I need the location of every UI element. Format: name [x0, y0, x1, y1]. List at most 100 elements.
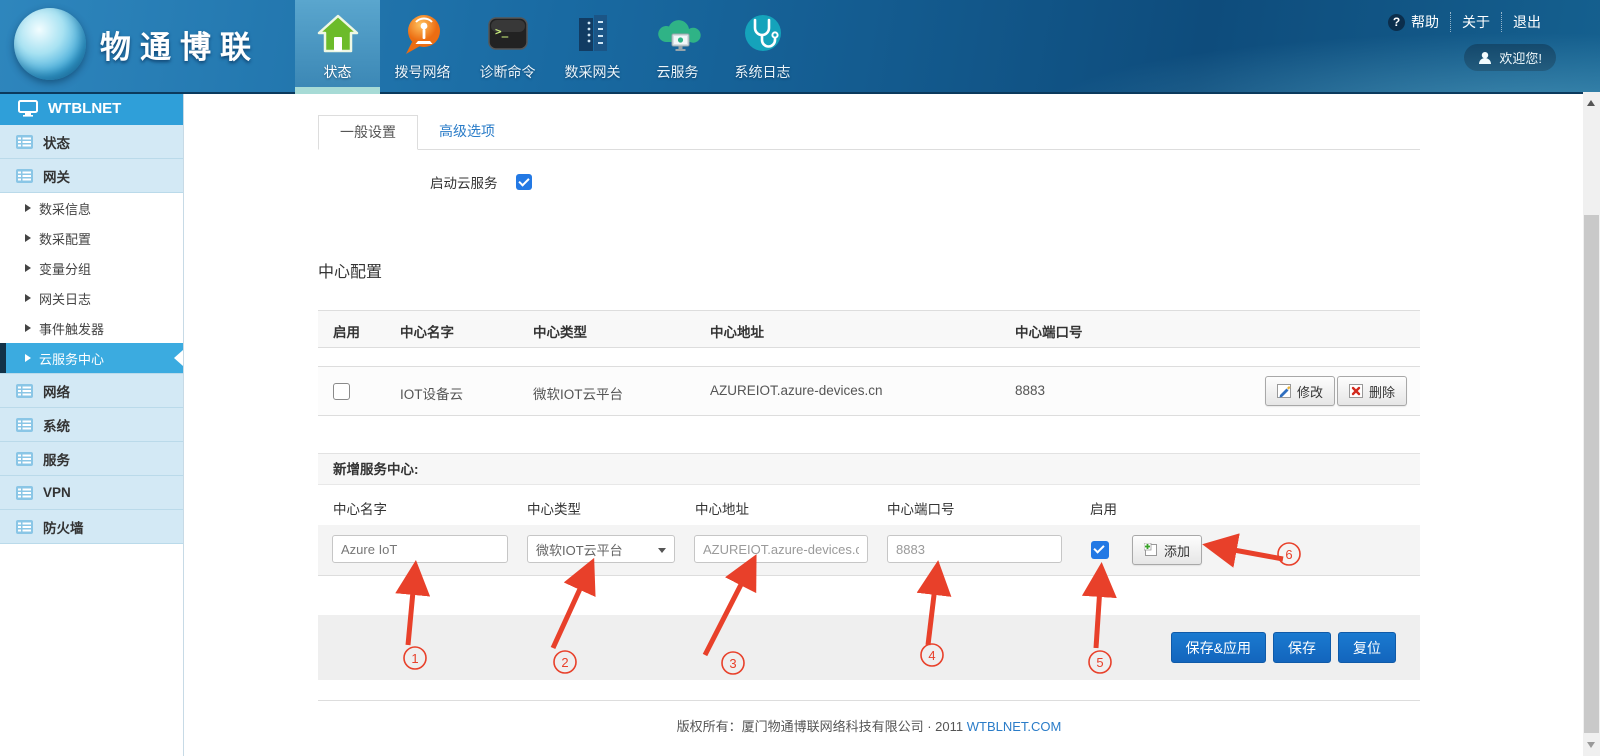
svg-text:>_: >_ [495, 25, 509, 38]
nav-item-diagnostic-command[interactable]: >_ 诊断命令 [465, 0, 550, 92]
sidebar-item-label: 网关 [43, 166, 70, 186]
tab-general-settings[interactable]: 一般设置 [318, 115, 418, 150]
help-icon: ? [1388, 14, 1405, 31]
enable-cloud-checkbox[interactable] [516, 174, 532, 190]
delete-button[interactable]: 删除 [1337, 376, 1407, 406]
scrollbar-thumb[interactable] [1584, 215, 1599, 733]
sidebar-item-system[interactable]: 系统 [0, 408, 183, 442]
row-address: AZUREIOT.azure-devices.cn [710, 383, 883, 398]
col-port: 中心端口号 [1015, 321, 1083, 341]
nav-item-data-gateway[interactable]: 数采网关 [550, 0, 635, 92]
enable-cloud-row: 启动云服务 [430, 172, 532, 192]
edit-button[interactable]: 修改 [1265, 376, 1335, 406]
list-icon [16, 169, 33, 183]
list-icon [16, 452, 33, 466]
add-icon [1144, 543, 1158, 557]
scroll-up-icon[interactable] [1587, 100, 1595, 106]
center-address-input[interactable] [694, 535, 868, 563]
sidebar-item-label: 系统 [43, 415, 70, 435]
row-type: 微软IOT云平台 [533, 383, 623, 403]
sidebar-item-label: 网络 [43, 381, 70, 401]
sidebar-header-label: WTBLNET [48, 100, 121, 117]
table-row: IOT设备云 微软IOT云平台 AZUREIOT.azure-devices.c… [318, 366, 1420, 416]
list-icon [16, 520, 33, 534]
label-enable: 启用 [1090, 498, 1117, 518]
nav-item-status[interactable]: 状态 [295, 0, 380, 92]
add-form-labels: 中心名字 中心类型 中心地址 中心端口号 启用 [318, 485, 1420, 526]
row-name: IOT设备云 [400, 383, 463, 403]
welcome-label: 欢迎您! [1499, 48, 1542, 67]
reset-button[interactable]: 复位 [1338, 632, 1396, 663]
triangle-icon [25, 264, 31, 272]
nav-item-cloud-service[interactable]: 云服务 [635, 0, 720, 92]
add-enable-checkbox[interactable] [1091, 541, 1109, 559]
footer-link[interactable]: WTBLNET.COM [967, 719, 1062, 734]
help-link[interactable]: 帮助 [1411, 12, 1450, 32]
sidebar-item-data-collection-config[interactable]: 数采配置 [0, 223, 183, 253]
sidebar-item-status[interactable]: 状态 [0, 125, 183, 159]
sidebar-item-label: 防火墙 [43, 517, 84, 537]
sidebar-item-label: 网关日志 [39, 289, 91, 308]
terminal-icon: >_ [485, 8, 531, 60]
top-header: 物通博联 状态 [0, 0, 1600, 94]
vertical-scrollbar[interactable] [1583, 92, 1600, 756]
row-port: 8883 [1015, 383, 1045, 398]
edit-icon [1277, 384, 1291, 398]
sidebar-item-label: 事件触发器 [39, 319, 104, 338]
chevron-down-icon [658, 548, 666, 553]
sidebar-item-cloud-service-center[interactable]: 云服务中心 [0, 343, 183, 373]
center-name-input[interactable] [332, 535, 508, 563]
sidebar-item-variable-group[interactable]: 变量分组 [0, 253, 183, 283]
action-band: 保存&应用 保存 复位 [318, 615, 1420, 680]
sidebar-item-vpn[interactable]: VPN [0, 476, 183, 510]
top-utility-links: ? 帮助 关于 退出 [1388, 12, 1552, 32]
footer: 版权所有：厦门物通博联网络科技有限公司 · 2011 WTBLNET.COM [318, 716, 1420, 735]
enable-cloud-label: 启动云服务 [430, 172, 498, 192]
settings-tabs: 一般设置 高级选项 [318, 115, 1420, 150]
logout-link[interactable]: 退出 [1501, 12, 1552, 32]
col-name: 中心名字 [400, 321, 454, 341]
tab-advanced-options[interactable]: 高级选项 [418, 115, 516, 148]
center-type-select[interactable]: 微软IOT云平台 [527, 535, 675, 563]
col-type: 中心类型 [533, 321, 587, 341]
triangle-icon [25, 204, 31, 212]
delete-icon [1349, 384, 1363, 398]
label-center-name: 中心名字 [333, 498, 387, 518]
center-table-header: 启用 中心名字 中心类型 中心地址 中心端口号 [318, 310, 1420, 348]
center-port-input[interactable] [887, 535, 1062, 563]
about-link[interactable]: 关于 [1450, 12, 1501, 32]
sidebar-item-firewall[interactable]: 防火墙 [0, 510, 183, 544]
sidebar-item-network[interactable]: 网络 [0, 373, 183, 408]
label-center-type: 中心类型 [527, 498, 581, 518]
sidebar-item-data-collection-info[interactable]: 数采信息 [0, 193, 183, 223]
brand-name: 物通博联 [100, 22, 260, 67]
footer-divider [318, 700, 1420, 701]
row-enable-checkbox[interactable] [333, 383, 350, 400]
gateway-icon [570, 8, 616, 60]
sidebar-item-gateway-log[interactable]: 网关日志 [0, 283, 183, 313]
center-config-title: 中心配置 [318, 258, 382, 282]
welcome-button[interactable]: 欢迎您! [1464, 44, 1556, 71]
sidebar-item-label: 状态 [43, 132, 70, 152]
nav-item-system-log[interactable]: 系统日志 [720, 0, 805, 92]
nav-item-dial-network[interactable]: 拨号网络 [380, 0, 465, 92]
list-icon [16, 486, 33, 500]
triangle-icon [25, 354, 31, 362]
sidebar-item-event-trigger[interactable]: 事件触发器 [0, 313, 183, 343]
sidebar-item-label: 数采配置 [39, 229, 91, 248]
scroll-down-icon[interactable] [1587, 742, 1595, 748]
monitor-icon [18, 100, 38, 117]
save-apply-button[interactable]: 保存&应用 [1171, 632, 1266, 663]
app-window: 物通博联 状态 [0, 0, 1600, 756]
home-icon [315, 8, 361, 60]
list-icon [16, 418, 33, 432]
sidebar-item-service[interactable]: 服务 [0, 442, 183, 476]
sidebar-item-label: 服务 [43, 449, 70, 469]
save-button[interactable]: 保存 [1273, 632, 1331, 663]
user-icon [1478, 51, 1492, 65]
triangle-icon [25, 324, 31, 332]
label-center-port: 中心端口号 [887, 498, 955, 518]
sidebar-item-gateway[interactable]: 网关 [0, 159, 183, 193]
add-center-section-title: 新增服务中心: [318, 453, 1420, 485]
add-button[interactable]: 添加 [1132, 535, 1202, 565]
